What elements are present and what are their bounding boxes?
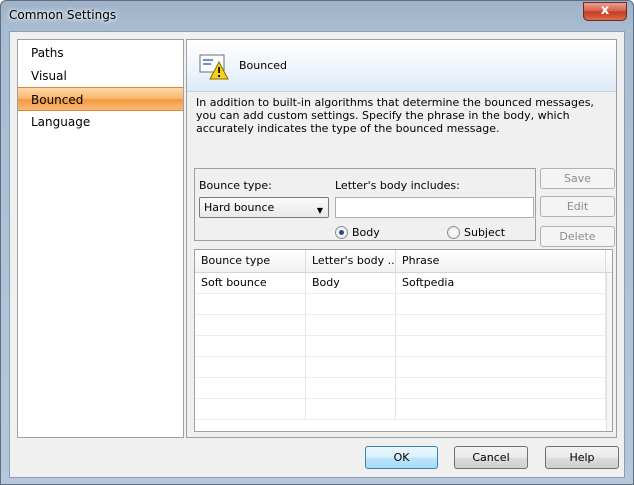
empty-cell bbox=[306, 399, 396, 419]
bounce-type-label: Bounce type: bbox=[199, 179, 272, 192]
bounced-letter-warning-icon bbox=[199, 54, 229, 80]
delete-button[interactable]: Delete bbox=[540, 226, 615, 247]
table-header: Bounce type Letter's body ... Phrase bbox=[195, 250, 612, 273]
cell-phrase: Softpedia bbox=[396, 273, 606, 293]
cell-bounce-type: Soft bounce bbox=[195, 273, 306, 293]
column-header-bounce-type[interactable]: Bounce type bbox=[195, 250, 306, 272]
phrase-input[interactable] bbox=[335, 197, 534, 218]
empty-cell bbox=[195, 336, 306, 356]
empty-cell bbox=[396, 357, 606, 377]
empty-cell bbox=[306, 315, 396, 335]
cancel-button[interactable]: Cancel bbox=[454, 446, 528, 469]
nav-item-paths[interactable]: Paths bbox=[18, 41, 183, 65]
bounce-type-value: Hard bounce bbox=[204, 201, 275, 214]
help-button[interactable]: Help bbox=[545, 446, 619, 469]
empty-table-row bbox=[195, 357, 606, 378]
empty-table-row bbox=[195, 315, 606, 336]
cell-letters-body: Body bbox=[306, 273, 396, 293]
column-header-letters-body[interactable]: Letter's body ... bbox=[306, 250, 396, 272]
ok-button[interactable]: OK bbox=[365, 446, 438, 469]
chevron-down-icon: ▼ bbox=[316, 206, 323, 215]
empty-cell bbox=[306, 357, 396, 377]
empty-cell bbox=[396, 336, 606, 356]
panel-description: In addition to built-in algorithms that … bbox=[196, 96, 594, 135]
empty-cell bbox=[396, 315, 606, 335]
empty-cell bbox=[396, 399, 606, 419]
radio-subject[interactable] bbox=[447, 226, 460, 239]
nav-item-label: Paths bbox=[31, 46, 64, 60]
nav-item-language[interactable]: Language bbox=[18, 110, 183, 134]
empty-cell bbox=[195, 315, 306, 335]
radio-body-label: Body bbox=[352, 226, 380, 239]
save-button[interactable]: Save bbox=[540, 168, 615, 189]
bounce-rule-editor: Bounce type: Letter's body includes: Har… bbox=[194, 168, 536, 241]
column-header-phrase[interactable]: Phrase bbox=[396, 250, 606, 272]
empty-cell bbox=[195, 357, 306, 377]
window-title: Common Settings bbox=[9, 8, 117, 22]
table-scroll-area[interactable] bbox=[606, 273, 612, 431]
panel-title: Bounced bbox=[239, 59, 288, 72]
title-bar[interactable]: Common Settings x bbox=[1, 1, 633, 31]
empty-cell bbox=[306, 336, 396, 356]
settings-nav-list: Paths Visual Bounced Language bbox=[17, 39, 184, 438]
radio-subject-label: Subject bbox=[464, 226, 506, 239]
empty-cell bbox=[195, 399, 306, 419]
empty-table-row bbox=[195, 399, 606, 420]
empty-cell bbox=[396, 378, 606, 398]
nav-item-label: Bounced bbox=[31, 93, 84, 107]
nav-item-label: Language bbox=[31, 115, 91, 129]
empty-cell bbox=[396, 294, 606, 314]
empty-table-row bbox=[195, 378, 606, 399]
empty-cell bbox=[195, 378, 306, 398]
empty-cell bbox=[195, 294, 306, 314]
dialog-client-area: Paths Visual Bounced Language Bounced In… bbox=[9, 31, 625, 478]
edit-button[interactable]: Edit bbox=[540, 196, 615, 217]
nav-item-visual[interactable]: Visual bbox=[18, 64, 183, 88]
radio-body[interactable] bbox=[335, 226, 348, 239]
close-icon: x bbox=[600, 3, 610, 18]
panel-header: Bounced bbox=[187, 40, 616, 92]
body-includes-label: Letter's body includes: bbox=[335, 179, 460, 192]
table-row[interactable]: Soft bounce Body Softpedia bbox=[195, 273, 606, 294]
bounced-settings-panel: Bounced In addition to built-in algorith… bbox=[186, 39, 617, 438]
nav-item-label: Visual bbox=[31, 69, 67, 83]
empty-cell bbox=[306, 378, 396, 398]
bounce-type-select[interactable]: Hard bounce ▼ bbox=[199, 197, 329, 218]
bounce-rules-table: Bounce type Letter's body ... Phrase Sof… bbox=[194, 249, 613, 432]
close-button[interactable]: x bbox=[583, 2, 627, 21]
empty-table-row bbox=[195, 294, 606, 315]
nav-item-bounced[interactable]: Bounced bbox=[18, 87, 183, 111]
common-settings-window: Common Settings x Paths Visual Bounced L… bbox=[0, 0, 634, 485]
empty-cell bbox=[306, 294, 396, 314]
empty-table-row bbox=[195, 336, 606, 357]
